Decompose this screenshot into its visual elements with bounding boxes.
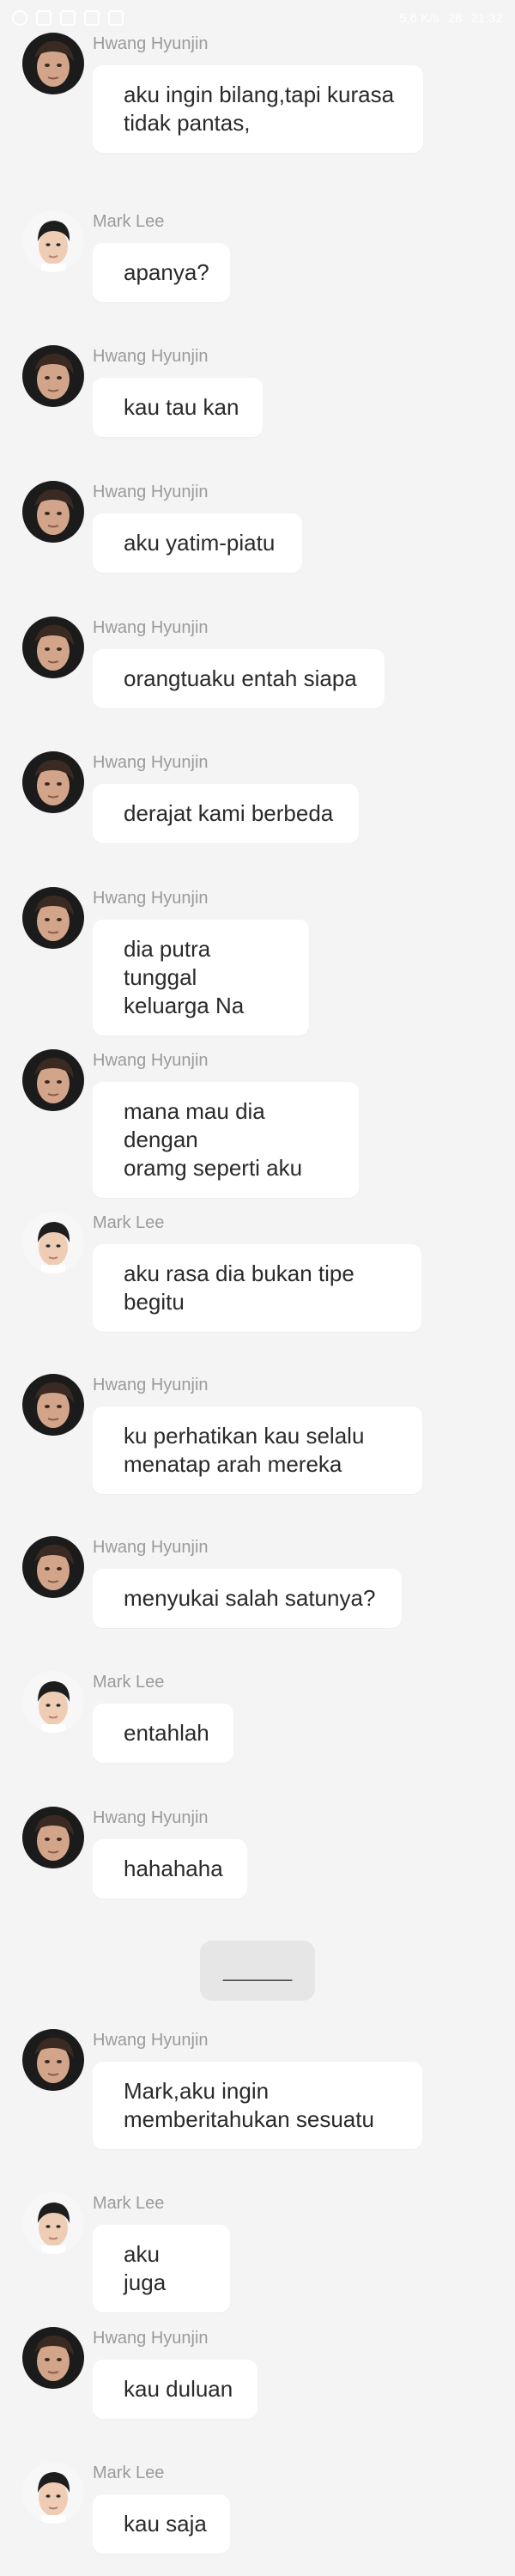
message-bubble[interactable]: aku yatim-piatu — [93, 513, 302, 573]
chat-divider: ______ — [200, 1941, 315, 2001]
message-bubble[interactable]: Mark,aku ingin memberitahukan sesuatu — [93, 2062, 422, 2149]
mark-avatar[interactable] — [22, 2192, 84, 2254]
sender-name: Hwang Hyunjin — [93, 1051, 209, 1070]
message-text: ku perhatikan kau selalu menatap arah me… — [124, 1423, 365, 1477]
hyunjin-avatar[interactable] — [22, 617, 84, 678]
message-bubble[interactable]: aku rasa dia bukan tipe begitu — [93, 1244, 421, 1332]
home-icon — [12, 10, 27, 26]
message-text: aku rasa dia bukan tipe begitu — [124, 1261, 354, 1315]
hyunjin-avatar[interactable] — [22, 1807, 84, 1868]
message-text: aku juga — [124, 2241, 167, 2295]
message-text: menyukai salah satunya? — [124, 1585, 376, 1611]
sender-name: Mark Lee — [93, 212, 165, 231]
message-bubble[interactable]: hahahaha — [93, 1839, 247, 1899]
message-text: kau duluan — [124, 2376, 233, 2402]
battery-percent: 28 — [447, 10, 463, 26]
message-bubble[interactable]: ku perhatikan kau selalu menatap arah me… — [93, 1406, 422, 1494]
message-text: kau tau kan — [124, 394, 239, 420]
hyunjin-avatar[interactable] — [22, 1536, 84, 1598]
message-bubble[interactable]: aku ingin bilang,tapi kurasa tidak panta… — [93, 65, 423, 153]
message-bubble[interactable]: menyukai salah satunya? — [93, 1569, 402, 1628]
message-text: mana mau dia dengan oramg seperti aku — [124, 1098, 303, 1181]
message-text: orangtuaku entah siapa — [124, 665, 357, 691]
chat-screen: 5,6 K/s 28 21:32 Hwang Hyunjin aku ingin … — [0, 0, 515, 2576]
status-bar: 5,6 K/s 28 21:32 — [0, 0, 515, 36]
hyunjin-avatar[interactable] — [22, 2327, 84, 2389]
message-bubble[interactable]: derajat kami berbeda — [93, 784, 359, 843]
sender-name: Hwang Hyunjin — [93, 1538, 209, 1557]
sender-name: Hwang Hyunjin — [93, 2329, 209, 2348]
mark-avatar[interactable] — [22, 1212, 84, 1273]
message-text: aku yatim-piatu — [124, 530, 276, 556]
sender-name: Hwang Hyunjin — [93, 1808, 209, 1827]
sender-name: Hwang Hyunjin — [93, 34, 209, 53]
hyunjin-avatar[interactable] — [22, 33, 84, 94]
message-bubble[interactable]: kau tau kan — [93, 378, 263, 437]
mark-avatar[interactable] — [22, 1671, 84, 1733]
sender-name: Mark Lee — [93, 1213, 165, 1232]
message-text: aku ingin bilang,tapi kurasa tidak panta… — [124, 82, 395, 136]
message-bubble[interactable]: kau saja — [93, 2494, 230, 2554]
sender-name: Mark Lee — [93, 1673, 165, 1692]
message-bubble[interactable]: aku juga — [93, 2225, 230, 2312]
sender-name: Mark Lee — [93, 2194, 165, 2213]
message-text: kau saja — [124, 2511, 207, 2537]
hyunjin-avatar[interactable] — [22, 345, 84, 407]
hyunjin-avatar[interactable] — [22, 1374, 84, 1436]
mark-avatar[interactable] — [22, 2462, 84, 2524]
network-speed: 5,6 K/s — [399, 10, 439, 26]
message-bubble[interactable]: mana mau dia dengan oramg seperti aku — [93, 1082, 359, 1198]
sender-name: Mark Lee — [93, 2464, 165, 2482]
message-bubble[interactable]: apanya? — [93, 243, 230, 302]
notification-icon — [108, 10, 124, 26]
sender-name: Hwang Hyunjin — [93, 618, 209, 637]
message-text: apanya? — [124, 259, 209, 285]
message-text: entahlah — [124, 1720, 209, 1746]
sender-name: Hwang Hyunjin — [93, 1376, 209, 1394]
sender-name: Hwang Hyunjin — [93, 2031, 209, 2050]
message-bubble[interactable]: orangtuaku entah siapa — [93, 649, 385, 708]
sender-name: Hwang Hyunjin — [93, 347, 209, 366]
message-text: hahahaha — [124, 1856, 223, 1881]
message-text: Mark,aku ingin memberitahukan sesuatu — [124, 2078, 374, 2132]
status-time: 21:32 — [470, 10, 503, 26]
hyunjin-avatar[interactable] — [22, 481, 84, 543]
mail-icon — [84, 10, 100, 26]
mark-avatar[interactable] — [22, 210, 84, 272]
hyunjin-avatar[interactable] — [22, 887, 84, 949]
sender-name: Hwang Hyunjin — [93, 753, 209, 772]
message-bubble[interactable]: entahlah — [93, 1704, 233, 1763]
divider-text: ______ — [222, 1959, 293, 1982]
message-bubble[interactable]: kau duluan — [93, 2360, 258, 2419]
hyunjin-avatar[interactable] — [22, 1049, 84, 1111]
message-text: dia putra tunggal keluarga Na — [124, 936, 245, 1018]
sender-name: Hwang Hyunjin — [93, 889, 209, 908]
message-bubble[interactable]: dia putra tunggal keluarga Na — [93, 920, 309, 1036]
sender-name: Hwang Hyunjin — [93, 483, 209, 501]
hyunjin-avatar[interactable] — [22, 2029, 84, 2091]
hyunjin-avatar[interactable] — [22, 751, 84, 813]
message-text: derajat kami berbeda — [124, 800, 334, 826]
gallery-icon — [60, 10, 76, 26]
message-icon — [36, 10, 52, 26]
